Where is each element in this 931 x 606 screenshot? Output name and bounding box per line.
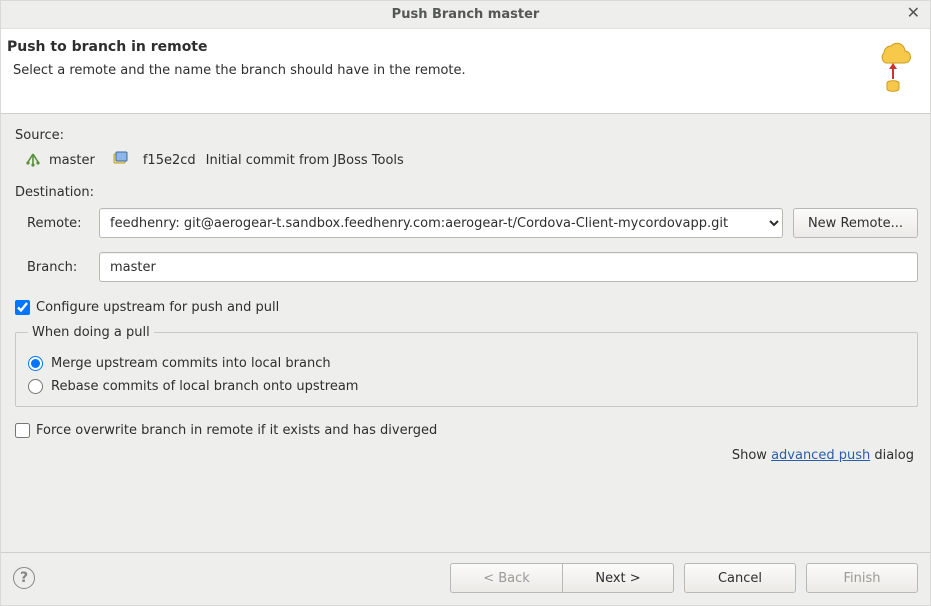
source-commit-message: Initial commit from JBoss Tools bbox=[206, 153, 404, 168]
force-overwrite-checkbox[interactable] bbox=[15, 423, 30, 438]
force-overwrite-row: Force overwrite branch in remote if it e… bbox=[15, 423, 918, 438]
destination-label: Destination: bbox=[15, 185, 918, 200]
back-button[interactable]: < Back bbox=[450, 563, 562, 593]
source-label: Source: bbox=[15, 128, 918, 143]
pull-strategy-group: When doing a pull Merge upstream commits… bbox=[15, 325, 918, 407]
wizard-header: Push to branch in remote Select a remote… bbox=[1, 29, 930, 114]
branch-input[interactable] bbox=[99, 252, 918, 282]
new-remote-button[interactable]: New Remote... bbox=[793, 208, 918, 238]
remote-row: Remote: feedhenry: git@aerogear-t.sandbo… bbox=[15, 208, 918, 238]
rebase-radio[interactable] bbox=[28, 379, 43, 394]
configure-upstream-checkbox[interactable] bbox=[15, 300, 30, 315]
source-branch-name: master bbox=[49, 153, 95, 168]
header-title: Push to branch in remote bbox=[7, 39, 864, 55]
next-button[interactable]: Next > bbox=[562, 563, 674, 593]
branch-label: Branch: bbox=[27, 260, 89, 275]
dialog-title: Push Branch master bbox=[392, 7, 540, 22]
rebase-label: Rebase commits of local branch onto upst… bbox=[51, 379, 358, 394]
header-subtitle: Select a remote and the name the branch … bbox=[7, 63, 864, 78]
push-branch-wizard: Push Branch master ✕ Push to branch in r… bbox=[0, 0, 931, 606]
wizard-content: Source: master f15e2cd Initial commit fr… bbox=[1, 114, 930, 552]
merge-label: Merge upstream commits into local branch bbox=[51, 356, 331, 371]
pull-group-title: When doing a pull bbox=[28, 325, 154, 340]
merge-radio[interactable] bbox=[28, 356, 43, 371]
adv-prefix: Show bbox=[732, 448, 771, 463]
rebase-option-row: Rebase commits of local branch onto upst… bbox=[28, 379, 905, 394]
configure-upstream-row: Configure upstream for push and pull bbox=[15, 300, 918, 315]
cancel-button[interactable]: Cancel bbox=[684, 563, 796, 593]
source-row: master f15e2cd Initial commit from JBoss… bbox=[15, 151, 918, 169]
advanced-push-row: Show advanced push dialog bbox=[15, 448, 918, 463]
help-icon[interactable]: ? bbox=[13, 567, 35, 589]
close-icon[interactable]: ✕ bbox=[907, 5, 920, 21]
remote-label: Remote: bbox=[27, 216, 89, 231]
source-commit-hash: f15e2cd bbox=[143, 153, 196, 168]
adv-suffix: dialog bbox=[870, 448, 914, 463]
configure-upstream-label: Configure upstream for push and pull bbox=[36, 300, 279, 315]
advanced-push-link[interactable]: advanced push bbox=[771, 448, 870, 463]
branch-icon bbox=[25, 153, 41, 167]
commit-icon bbox=[113, 151, 129, 169]
push-cloud-icon bbox=[874, 37, 916, 99]
wizard-footer: ? < Back Next > Cancel Finish bbox=[1, 552, 930, 605]
force-overwrite-label: Force overwrite branch in remote if it e… bbox=[36, 423, 437, 438]
titlebar: Push Branch master ✕ bbox=[1, 1, 930, 29]
finish-button[interactable]: Finish bbox=[806, 563, 918, 593]
remote-select[interactable]: feedhenry: git@aerogear-t.sandbox.feedhe… bbox=[99, 208, 783, 238]
branch-row: Branch: bbox=[15, 252, 918, 282]
merge-option-row: Merge upstream commits into local branch bbox=[28, 356, 905, 371]
